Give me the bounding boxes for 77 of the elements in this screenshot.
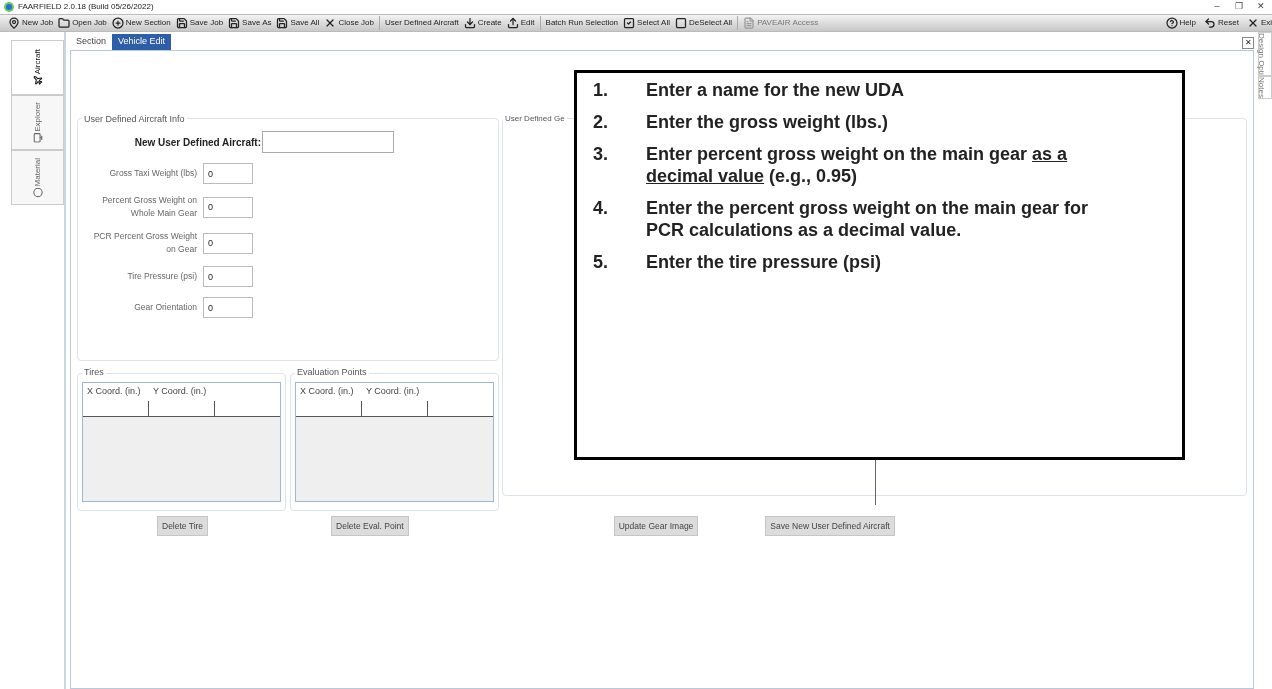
help-icon xyxy=(1165,17,1178,29)
column-header: Y Coord. (in.) xyxy=(152,385,208,399)
toolbar-button[interactable]: Edit xyxy=(506,17,535,29)
plane-icon xyxy=(32,75,43,86)
column-header: X Coord. (in.) xyxy=(299,385,355,399)
instruction-text: Enter a name for the new UDA xyxy=(646,79,906,101)
number-input[interactable]: 0 xyxy=(203,232,253,254)
side-tab[interactable]: Notes xyxy=(1258,75,1272,99)
field-label: Percent Gross Weight on Whole Main Gear xyxy=(101,194,198,220)
plus-circle-icon xyxy=(111,17,124,29)
close-button[interactable]: ✕ xyxy=(1242,37,1254,49)
toolbar-button[interactable]: Reset xyxy=(1203,17,1239,29)
number-input[interactable]: 0 xyxy=(203,196,253,218)
undo-icon xyxy=(1203,17,1216,29)
toolbar-button[interactable]: Select All xyxy=(623,17,670,29)
toolbar-button[interactable]: Help xyxy=(1165,17,1196,29)
field-label: Tire Pressure (psi) xyxy=(126,270,198,283)
column-header: X Coord. (in.) xyxy=(86,385,142,399)
app-logo-icon xyxy=(4,2,14,12)
side-tab[interactable]: Material xyxy=(11,150,64,205)
field-label: PCR Percent Gross Weight on Gear xyxy=(92,230,198,256)
column-header: Y Coord. (in.) xyxy=(365,385,421,399)
toolbar-button[interactable]: Exi xyxy=(1246,17,1272,29)
side-tab[interactable]: Design Opti xyxy=(1258,32,1272,76)
name-input[interactable] xyxy=(262,131,394,153)
instruction-text: Enter the percent gross weight on the main gear for PCR calculations as a decimal value. xyxy=(646,197,1090,241)
side-tab[interactable]: Aircraft xyxy=(11,40,64,95)
instruction-text: Enter the gross weight (lbs.) xyxy=(646,111,890,133)
number-input[interactable]: 0 xyxy=(203,163,253,184)
instruction-text: Enter percent gross weight on the main gear as a decimal value (e.g., 0.95) xyxy=(646,143,1069,187)
save-icon xyxy=(228,17,241,29)
instruction-text: Enter the tire pressure (psi) xyxy=(646,251,883,273)
field-label: Gear Orientation xyxy=(133,301,198,314)
checkbox-icon xyxy=(623,17,636,29)
square-icon xyxy=(675,17,687,29)
number-input[interactable]: 0 xyxy=(203,266,253,287)
leader-line xyxy=(875,460,876,505)
field-label: New User Defined Aircraft: xyxy=(133,135,262,150)
toolbar-button[interactable]: Close Job xyxy=(324,17,374,29)
close-button[interactable]: ✕ xyxy=(1250,0,1272,14)
toolbar-button[interactable]: DeSelect All xyxy=(675,17,733,29)
action-button[interactable]: Delete Tire xyxy=(157,516,209,536)
upload-icon xyxy=(506,17,519,29)
toolbar-button[interactable]: Save All xyxy=(276,17,320,29)
step-number: 3. xyxy=(593,143,609,166)
toolbar-button[interactable]: New Section xyxy=(111,17,171,29)
toolbar-label: User Defined Aircraft xyxy=(384,17,459,29)
side-tab[interactable]: Explorer xyxy=(11,95,64,150)
tab[interactable]: Section xyxy=(70,34,113,50)
action-button[interactable]: Save New User Defined Aircraft xyxy=(765,516,895,536)
window-title: FAARFIELD 2.0.18 (Build 05/26/2022) xyxy=(18,1,154,13)
field-label: Gross Taxi Weight (lbs) xyxy=(108,167,198,180)
step-number: 4. xyxy=(593,197,609,220)
save-icon xyxy=(276,17,289,29)
toolbar-button[interactable]: Create xyxy=(463,17,502,29)
toolbar-button[interactable]: Save Job xyxy=(175,17,224,29)
folder-icon xyxy=(58,17,71,29)
step-number: 2. xyxy=(593,111,609,133)
download-icon xyxy=(463,17,476,29)
circle-icon xyxy=(32,187,43,198)
save-icon xyxy=(175,17,188,29)
group-title: User Defined Ge xyxy=(503,113,567,125)
action-button[interactable]: Update Gear Image xyxy=(613,516,699,536)
document-icon xyxy=(743,17,756,29)
toolbar-button[interactable]: New Job xyxy=(8,17,54,29)
toolbar-button[interactable]: Save As xyxy=(228,17,272,29)
tab[interactable]: Vehicle Edit xyxy=(112,34,172,50)
pin-icon xyxy=(8,17,20,29)
action-button[interactable]: Delete Eval. Point xyxy=(331,516,409,536)
toolbar-button[interactable]: Open Job xyxy=(58,17,107,29)
toolbar-label: Batch Run Selection xyxy=(545,17,619,29)
restore-button[interactable]: ❐ xyxy=(1228,0,1250,14)
number-input[interactable]: 0 xyxy=(203,297,253,318)
step-number: 1. xyxy=(593,79,609,101)
toolbar-button[interactable]: PAVEAIR Access xyxy=(743,17,819,29)
minimize-button[interactable]: – xyxy=(1206,0,1228,14)
step-number: 5. xyxy=(593,251,609,273)
